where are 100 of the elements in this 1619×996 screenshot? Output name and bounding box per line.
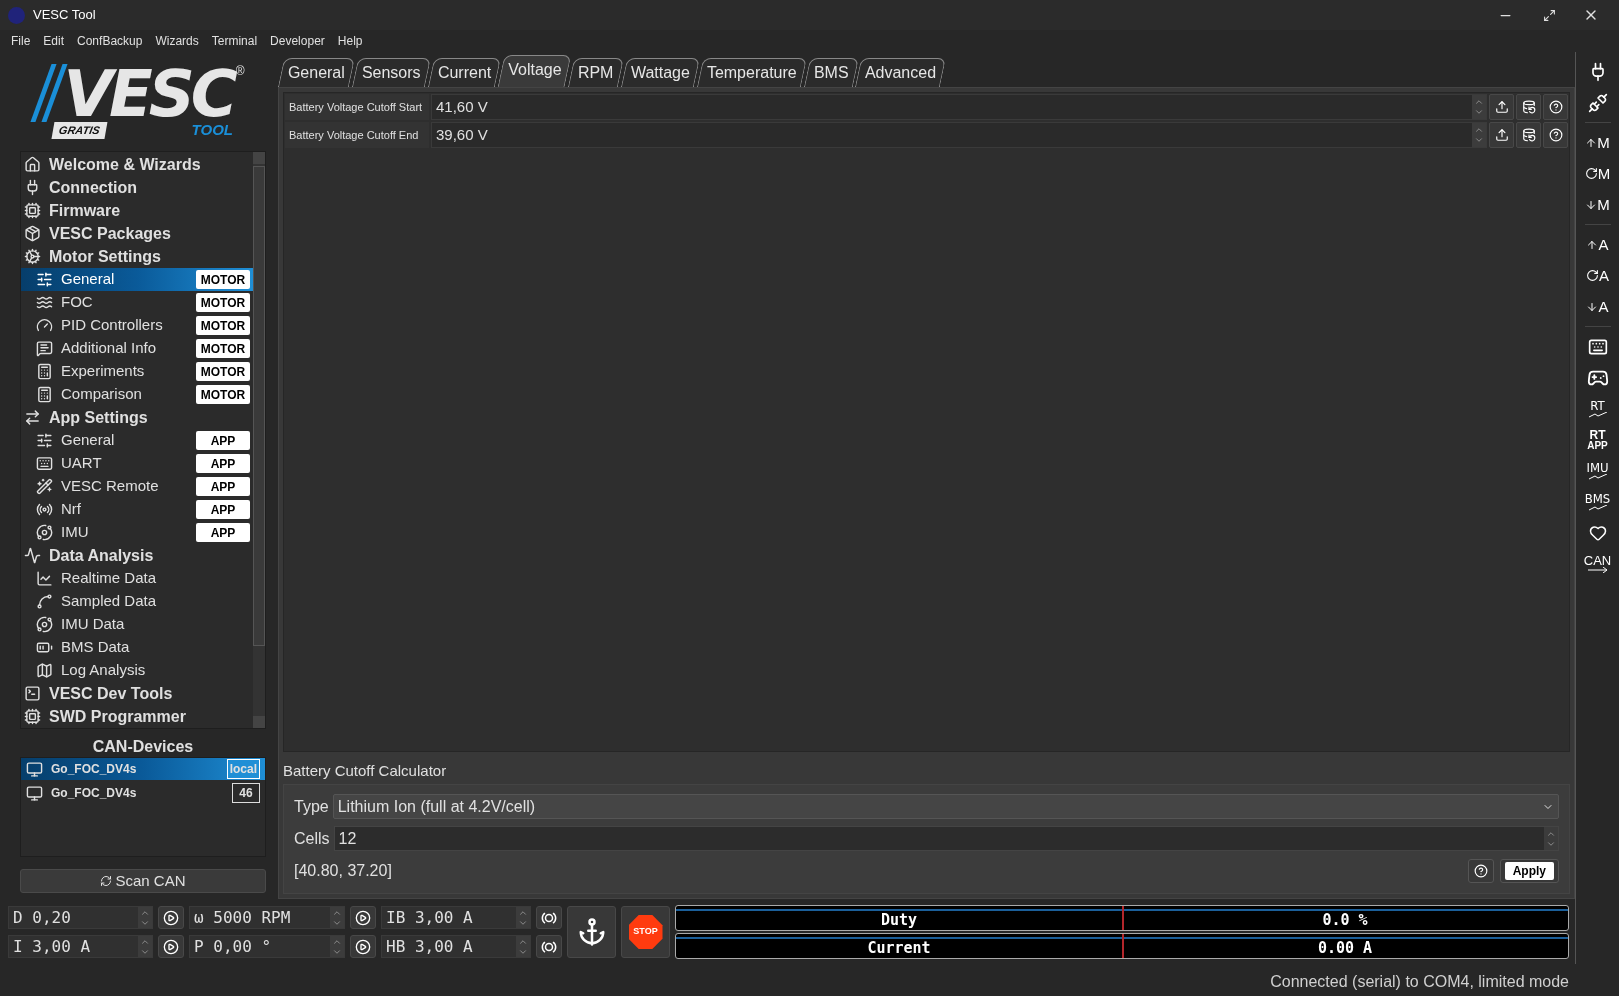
tab[interactable]: RPM [568, 58, 624, 87]
tree-item[interactable]: Experiments MOTOR [21, 360, 253, 383]
tree-item[interactable]: Sampled Data [21, 590, 253, 613]
play-button[interactable] [158, 906, 184, 929]
tab[interactable]: General [277, 58, 355, 87]
menu-item[interactable]: Edit [43, 32, 65, 50]
spinner-icon[interactable] [330, 936, 344, 957]
tree-item[interactable]: General APP [21, 429, 253, 452]
gauge-icon [36, 317, 53, 334]
tree-item[interactable]: IMU APP [21, 521, 253, 544]
help-button[interactable] [1543, 94, 1568, 120]
tree-item[interactable]: VESC Dev Tools [21, 682, 253, 705]
calculator-icon [36, 386, 53, 403]
tab[interactable]: Wattage [620, 58, 700, 87]
device-item[interactable]: Go_FOC_DV4s local [21, 758, 265, 780]
upload-button[interactable] [1489, 94, 1514, 120]
spinner-icon[interactable] [330, 907, 344, 928]
brake-button[interactable] [536, 906, 562, 929]
menu-item[interactable]: ConfBackup [77, 32, 143, 50]
value-field[interactable]: 39,60 V [431, 122, 1487, 148]
spinner-icon[interactable] [138, 936, 152, 957]
value-field[interactable]: D 0,20 [8, 906, 153, 929]
logo: VESC® GRATIS TOOL [20, 52, 266, 148]
database-icon [1521, 128, 1536, 142]
refresh-icon [100, 875, 113, 887]
tree-item[interactable]: IMU Data [21, 613, 253, 636]
brake-icon [541, 940, 557, 953]
spinner-icon[interactable] [138, 907, 152, 928]
tab[interactable]: Sensors [351, 58, 431, 87]
help-icon [1548, 100, 1563, 114]
play-icon [163, 938, 179, 955]
orbit-icon [36, 524, 53, 541]
tree-item[interactable]: Additional Info MOTOR [21, 337, 253, 360]
tree-item[interactable]: Realtime Data [21, 567, 253, 590]
device-item[interactable]: Go_FOC_DV4s 46 [21, 782, 265, 804]
value-field[interactable]: I 3,00 A [8, 935, 153, 958]
tree-item[interactable]: General MOTOR [21, 268, 253, 291]
menu-item[interactable]: Terminal [211, 32, 258, 50]
tree-item[interactable]: VESC Packages [21, 222, 253, 245]
tree-item[interactable]: Welcome & Wizards [21, 153, 253, 176]
tree-item[interactable]: SWD Programmer [21, 705, 253, 728]
tree-item[interactable]: PID Controllers MOTOR [21, 314, 253, 337]
tree-item[interactable]: Data Analysis [21, 544, 253, 567]
tree-item[interactable]: FOC MOTOR [21, 291, 253, 314]
help-icon [1473, 864, 1488, 878]
tag: MOTOR [196, 270, 250, 289]
brake-button[interactable] [536, 935, 562, 958]
menu-item[interactable]: Developer [270, 32, 325, 50]
menu-item[interactable]: Help [337, 32, 363, 50]
tag: local [226, 759, 260, 779]
play-icon [355, 909, 371, 926]
tab[interactable]: Temperature [696, 58, 807, 87]
restore-button[interactable] [1516, 94, 1541, 120]
meter-value: 0.00 A [1316, 938, 1374, 960]
tag: 46 [232, 783, 260, 803]
tree-item[interactable]: Nrf APP [21, 498, 253, 521]
help-button[interactable] [1543, 122, 1568, 148]
spinner-icon[interactable] [516, 936, 530, 957]
help-button[interactable] [1467, 859, 1494, 883]
play-button[interactable] [350, 906, 376, 929]
play-button[interactable] [350, 935, 376, 958]
stop-button[interactable]: STOP [621, 906, 670, 958]
type-dropdown[interactable]: Lithium Ion (full at 4.2V/cell) [332, 794, 1559, 819]
tag: APP [196, 431, 250, 450]
restore-button[interactable] [1516, 122, 1541, 148]
plot-icon[interactable]: RT APP [1581, 424, 1614, 455]
play-button[interactable] [158, 935, 184, 958]
tree-item[interactable]: Motor Settings [21, 245, 253, 268]
tag: MOTOR [196, 339, 250, 358]
tree-item[interactable]: Firmware [21, 199, 253, 222]
value-field[interactable]: IB 3,00 A [381, 906, 531, 929]
scrollbar[interactable] [253, 152, 265, 728]
upload-icon [1494, 100, 1509, 114]
menu-item[interactable]: File [11, 32, 31, 50]
menu-item[interactable]: Wizards [155, 32, 199, 50]
tree-item[interactable]: UART APP [21, 452, 253, 475]
value-field[interactable]: ω 5000 RPM [189, 906, 345, 929]
map-icon [36, 662, 53, 679]
tree-item[interactable]: BMS Data [21, 636, 253, 659]
value-field[interactable]: 41,60 V [431, 94, 1487, 120]
orbit-icon [36, 616, 53, 633]
value-field[interactable]: P 0,00 ° [189, 935, 345, 958]
tree-item[interactable]: Log Analysis [21, 659, 253, 682]
scan-can-button[interactable]: Scan CAN [20, 869, 266, 893]
anchor-button[interactable] [567, 906, 616, 958]
spinner-icon[interactable] [1544, 827, 1558, 850]
upload-button[interactable] [1489, 122, 1514, 148]
tree-item[interactable]: App Settings [21, 406, 253, 429]
tab[interactable]: BMS [803, 58, 859, 87]
help-icon [1548, 128, 1563, 142]
tree-item[interactable]: Connection [21, 176, 253, 199]
cells-field[interactable]: 12 [333, 826, 1559, 851]
field-label: Cells [294, 828, 330, 849]
apply-button[interactable]: Apply [1499, 859, 1559, 883]
spinner-icon[interactable] [516, 907, 530, 928]
value-field[interactable]: HB 3,00 A [381, 935, 531, 958]
tree-item[interactable]: Comparison MOTOR [21, 383, 253, 406]
tree-item[interactable]: VESC Remote APP [21, 475, 253, 498]
maximize-icon[interactable] [1543, 8, 1556, 22]
tag: APP [196, 523, 250, 542]
